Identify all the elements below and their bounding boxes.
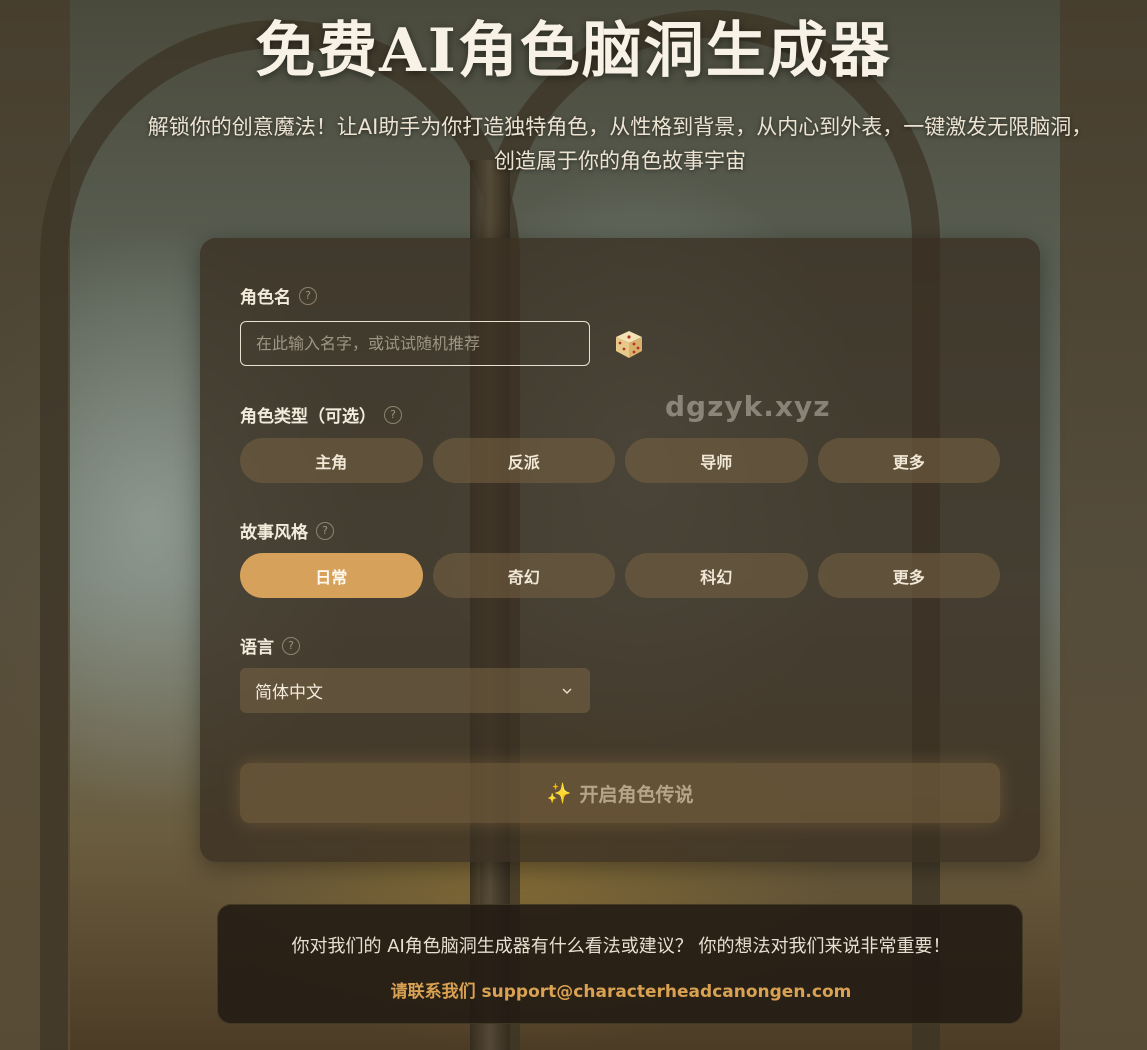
- watermark: dgzyk.xyz: [665, 390, 831, 423]
- start-legend-button[interactable]: ✨ 开启角色传说: [240, 763, 1000, 823]
- story-style-more-button[interactable]: 更多: [817, 553, 1000, 598]
- page-title: 免费AI角色脑洞生成器: [255, 16, 892, 86]
- story-style-fantasy-button[interactable]: 奇幻: [432, 553, 615, 598]
- feedback-box: 你对我们的 AI角色脑洞生成器有什么看法或建议？ 你的想法对我们来说非常重要！ …: [217, 904, 1023, 1024]
- language-select[interactable]: 简体中文: [240, 668, 590, 713]
- dice-icon[interactable]: [613, 328, 645, 360]
- story-style-scifi-button[interactable]: 科幻: [625, 553, 808, 598]
- language-selected-value: 简体中文: [255, 683, 323, 703]
- name-label: 角色名: [240, 288, 291, 308]
- character-type-label: 角色类型（可选）: [240, 407, 376, 427]
- generator-form-panel: 角色名 ? 角色类型（可选） ? 主角 反派 导师 更多 dgzyk.xyz 故…: [200, 238, 1040, 862]
- start-legend-label: 开启角色传说: [579, 783, 694, 806]
- character-type-mentor-button[interactable]: 导师: [625, 438, 808, 483]
- character-type-villain-button[interactable]: 反派: [432, 438, 615, 483]
- language-label: 语言: [240, 638, 274, 658]
- story-style-label-row: 故事风格 ?: [240, 518, 334, 543]
- story-style-options: 日常 奇幻 科幻 更多: [240, 553, 1000, 598]
- language-label-row: 语言 ?: [240, 633, 300, 658]
- question-mark-icon[interactable]: ?: [384, 405, 402, 424]
- question-mark-icon[interactable]: ?: [299, 286, 317, 305]
- page-subtitle: 解锁你的创意魔法！让AI助手为你打造独特角色，从性格到背景，从内心到外表，一键激…: [147, 115, 1093, 173]
- contact-prefix: 请联系我们: [390, 982, 476, 1002]
- character-type-protagonist-button[interactable]: 主角: [240, 438, 423, 483]
- background-wall-left: [0, 0, 70, 1050]
- character-type-more-button[interactable]: 更多: [817, 438, 1000, 483]
- name-label-row: 角色名 ?: [240, 283, 317, 308]
- contact-line: 请联系我们 support@characterheadcanongen.com: [218, 977, 1024, 1002]
- chevron-down-icon: [562, 687, 572, 694]
- sparkle-icon: ✨: [546, 781, 572, 805]
- character-name-input[interactable]: [240, 321, 590, 366]
- character-type-label-row: 角色类型（可选） ?: [240, 402, 402, 427]
- support-email-link[interactable]: support@characterheadcanongen.com: [482, 982, 852, 1002]
- character-type-options: 主角 反派 导师 更多: [240, 438, 1000, 483]
- question-mark-icon[interactable]: ?: [316, 521, 334, 540]
- feedback-text: 你对我们的 AI角色脑洞生成器有什么看法或建议？ 你的想法对我们来说非常重要！: [291, 936, 951, 957]
- story-style-label: 故事风格: [240, 523, 308, 543]
- story-style-daily-button[interactable]: 日常: [240, 553, 423, 598]
- question-mark-icon[interactable]: ?: [282, 636, 300, 655]
